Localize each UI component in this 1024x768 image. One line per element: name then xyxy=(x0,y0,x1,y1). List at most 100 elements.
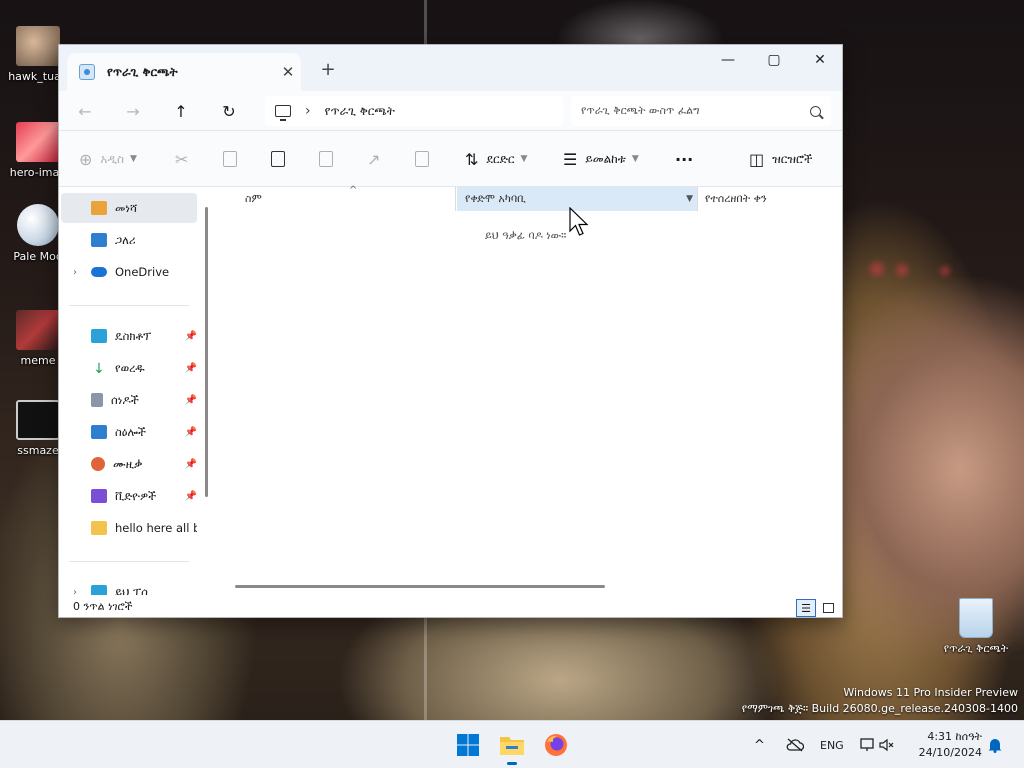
network-volume-icon xyxy=(860,738,894,752)
item-count: 0 ንጥል ነገሮች xyxy=(73,600,133,613)
back-button[interactable]: ← xyxy=(71,97,99,125)
sidebar-item-label: ይህ ፒሲ xyxy=(115,584,151,596)
sort-arrows-icon: ⇅ xyxy=(465,149,479,169)
sidebar-item-downloads[interactable]: ↓ የወረዱ 📌 xyxy=(61,353,197,383)
sidebar-item-hello-folder[interactable]: hello here all bro xyxy=(61,513,197,543)
firefox-icon xyxy=(545,734,567,756)
taskbar-file-explorer[interactable] xyxy=(496,729,528,765)
navigation-pane: መነሻ ጋለሪ › OneDrive ዴስክቶፕ 📌 ↓ የወረዱ 📌 ሰነዶች… xyxy=(59,187,215,595)
windows-watermark-build: የማምገጫ ቅጅ። Build 26080.ge_release.240308-… xyxy=(741,702,1018,715)
sidebar-item-documents[interactable]: ሰነዶች 📌 xyxy=(61,385,197,415)
column-header-date-deleted[interactable]: የተሰረዘበት ቀን xyxy=(705,187,835,211)
mouse-cursor-icon xyxy=(569,207,589,236)
view-button-label: ይመልከቱ xyxy=(585,151,626,166)
pin-icon: 📌 xyxy=(184,330,197,342)
share-button[interactable]: ↗ xyxy=(367,145,388,173)
command-bar: ⊕ አዲስ ▼ ✂ ↗ ⇅ ደርድር ▼ ☰ ይመልከቱ ▼ ··· ◫ ዝርዝ… xyxy=(59,131,842,187)
sidebar-item-desktop[interactable]: ዴስክቶፕ 📌 xyxy=(61,321,197,351)
sidebar-item-this-pc[interactable]: › ይህ ፒሲ xyxy=(61,577,197,595)
sidebar-item-label: ዴስክቶፕ xyxy=(115,328,152,343)
taskbar-firefox[interactable] xyxy=(540,729,572,761)
sort-button-label: ደርድር xyxy=(486,151,515,166)
bokeh-light xyxy=(870,262,884,276)
cut-button[interactable]: ✂ xyxy=(175,145,196,173)
system-clock[interactable]: 4:31 ከሰዓት 24/10/2024 xyxy=(916,729,982,761)
home-icon xyxy=(91,201,107,215)
scissors-icon: ✂ xyxy=(175,149,189,169)
view-button[interactable]: ☰ ይመልከቱ ▼ xyxy=(563,145,639,173)
up-button[interactable]: ↑ xyxy=(167,97,195,125)
new-button[interactable]: ⊕ አዲስ ▼ xyxy=(79,145,137,173)
sidebar-item-label: ሰነዶች xyxy=(111,392,139,407)
pictures-icon xyxy=(91,425,107,439)
desktop-icon-recycle-bin[interactable]: የጥራጊ ቅርጫት xyxy=(936,598,1016,656)
new-tab-button[interactable]: + xyxy=(317,59,339,80)
refresh-button[interactable]: ↻ xyxy=(215,97,243,125)
sidebar-divider xyxy=(69,561,189,562)
sidebar-item-videos[interactable]: ቪድዮዎች 📌 xyxy=(61,481,197,511)
sort-button[interactable]: ⇅ ደርድር ▼ xyxy=(465,145,527,173)
tab-recycle-bin[interactable]: የጥራጊ ቅርጫት ✕ xyxy=(67,53,301,91)
column-header-name[interactable]: ስም ^ xyxy=(245,185,455,211)
sidebar-item-music[interactable]: ሙዚቃ 📌 xyxy=(61,449,197,479)
details-view-toggle[interactable]: ☰ xyxy=(796,599,816,617)
taskbar: ^ ENG 4:31 ከሰዓት 24/10/2024 xyxy=(0,720,1024,768)
chevron-down-icon[interactable]: ▼ xyxy=(686,194,693,204)
sidebar-item-home[interactable]: መነሻ xyxy=(61,193,197,223)
desktop-icon-label: የጥራጊ ቅርጫት xyxy=(943,642,1009,655)
search-placeholder: የጥራጊ ቅርጫት ውስጥ ፈልግ xyxy=(581,104,700,117)
clipboard-icon xyxy=(271,151,285,167)
tab-close-button[interactable]: ✕ xyxy=(275,63,301,81)
tiles-view-toggle[interactable] xyxy=(818,599,838,617)
network-status[interactable] xyxy=(786,721,804,768)
details-pane-button[interactable]: ◫ ዝርዝሮች xyxy=(749,145,812,173)
tiles-view-icon xyxy=(822,603,834,613)
copy-icon xyxy=(223,151,237,167)
network-volume-tray[interactable] xyxy=(860,721,894,768)
column-header-label: ስም xyxy=(245,192,262,205)
breadcrumb-recycle-bin[interactable]: የጥራጊ ቅርጫት xyxy=(325,104,395,119)
notifications-button[interactable] xyxy=(988,721,1002,768)
sidebar-item-label: ጋለሪ xyxy=(115,232,136,247)
clock-date: 24/10/2024 xyxy=(918,746,982,759)
pin-icon: 📌 xyxy=(184,362,197,374)
sidebar-item-onedrive[interactable]: › OneDrive xyxy=(61,257,197,287)
plus-circle-icon: ⊕ xyxy=(79,149,93,169)
recycle-bin-icon xyxy=(79,64,95,80)
column-separator[interactable] xyxy=(455,187,456,211)
copy-button[interactable] xyxy=(223,145,237,173)
bokeh-light xyxy=(940,266,950,276)
list-view-icon: ☰ xyxy=(563,149,578,169)
rename-button[interactable] xyxy=(319,145,333,173)
sidebar-item-pictures[interactable]: ስዕሎች 📌 xyxy=(61,417,197,447)
windows-logo-icon xyxy=(457,734,479,756)
sidebar-item-label: ስዕሎች xyxy=(115,424,146,439)
start-button[interactable] xyxy=(452,729,484,761)
expand-chevron-icon[interactable]: › xyxy=(73,267,77,278)
desktop-folder-icon xyxy=(91,329,107,343)
more-options-button[interactable]: ··· xyxy=(675,145,693,173)
file-explorer-window: የጥራጊ ቅርጫት ✕ + — ▢ ✕ ← → ↑ ↻ › የጥራጊ ቅርጫት … xyxy=(58,44,843,618)
address-bar[interactable]: › የጥራጊ ቅርጫት xyxy=(265,96,563,126)
search-input[interactable]: የጥራጊ ቅርጫት ውስጥ ፈልግ xyxy=(571,96,831,126)
windows-watermark-edition: Windows 11 Pro Insider Preview xyxy=(843,686,1018,699)
sidebar-scrollbar[interactable] xyxy=(205,207,208,497)
tab-title: የጥራጊ ቅርጫት xyxy=(107,64,178,79)
minimize-button[interactable]: — xyxy=(705,45,751,75)
expand-chevron-icon[interactable]: › xyxy=(73,587,77,596)
maximize-button[interactable]: ▢ xyxy=(751,45,797,75)
sidebar-item-gallery[interactable]: ጋለሪ xyxy=(61,225,197,255)
forward-button[interactable]: → xyxy=(119,97,147,125)
show-hidden-icons-button[interactable]: ^ xyxy=(754,721,765,768)
trash-icon xyxy=(415,151,429,167)
column-header-label: የቀድሞ አካባቢ xyxy=(465,192,526,205)
language-indicator[interactable]: ENG xyxy=(820,721,844,768)
details-view-icon: ☰ xyxy=(801,601,811,615)
computer-icon xyxy=(91,585,107,595)
cloud-icon xyxy=(91,267,107,277)
paste-button[interactable] xyxy=(271,145,285,173)
horizontal-scrollbar[interactable] xyxy=(235,585,605,588)
delete-button[interactable] xyxy=(415,145,429,173)
close-window-button[interactable]: ✕ xyxy=(797,45,842,75)
column-separator[interactable] xyxy=(697,187,698,211)
